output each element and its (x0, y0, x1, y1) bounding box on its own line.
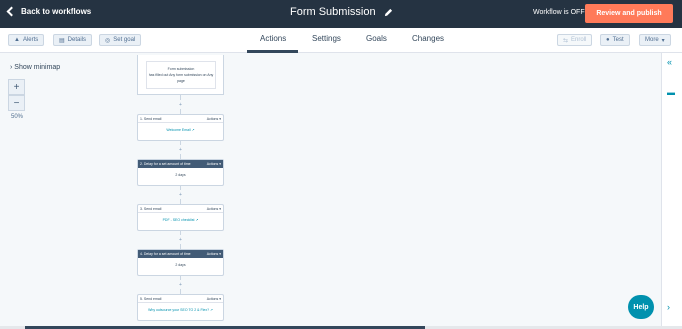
action-card-body[interactable]: PDF - SEO checklist ↗ (138, 213, 223, 222)
add-action-icon[interactable]: + (176, 280, 185, 289)
add-action-icon[interactable]: + (176, 190, 185, 199)
action-card-header: 4. Delay for a set amount of time Action… (138, 250, 223, 258)
actions-dropdown[interactable]: Actions ▾ (207, 162, 221, 166)
action-card-body[interactable]: Welcome Email ↗ (138, 123, 223, 132)
actions-dropdown[interactable]: Actions ▾ (207, 252, 221, 256)
action-card-body[interactable]: Why outsource your SEO TO 2 & Flex? ↗ (138, 303, 223, 312)
enroll-label: Enroll (571, 37, 587, 43)
workflow-title-text: Form Submission (290, 6, 376, 18)
collapse-panel-icon[interactable]: « (667, 57, 672, 67)
action-card-send-email-2[interactable]: 3. Send email Actions ▾ PDF - SEO checkl… (137, 204, 224, 231)
comment-icon[interactable]: ▬ (667, 88, 675, 97)
trigger-box: Form submission has filled out Any form … (146, 61, 216, 89)
alerts-label: Alerts (22, 37, 39, 43)
pencil-icon[interactable] (384, 8, 393, 17)
zoom-level: 50% (11, 114, 24, 120)
show-minimap-toggle[interactable]: › Show minimap (10, 64, 60, 71)
minimap-label: Show minimap (14, 64, 61, 71)
top-bar: Back to workflows Form Submission Workfl… (0, 0, 682, 28)
action-card-body: 2 days (175, 263, 186, 267)
add-action-icon[interactable]: + (176, 145, 185, 154)
help-button[interactable]: Help (628, 295, 654, 319)
more-label: More (645, 37, 659, 43)
actions-dropdown[interactable]: Actions ▾ (207, 117, 221, 121)
workflow-title[interactable]: Form Submission (290, 6, 393, 18)
details-button[interactable]: ▤ Details (53, 34, 93, 46)
test-label: Test (612, 37, 624, 43)
action-card-header: 1. Send email Actions ▾ (138, 115, 223, 123)
tab-actions[interactable]: Actions (260, 34, 286, 43)
add-action-icon[interactable]: + (176, 235, 185, 244)
action-card-title: 1. Send email (140, 116, 162, 121)
action-card-title: 3. Send email (140, 206, 162, 211)
review-and-publish-button[interactable]: Review and publish (585, 4, 673, 23)
action-card-delay-1[interactable]: 2. Delay for a set amount of time Action… (137, 159, 224, 186)
tab-goals[interactable]: Goals (366, 34, 387, 43)
action-card-header: 5. Send email Actions ▾ (138, 295, 223, 303)
tab-changes[interactable]: Changes (412, 34, 444, 43)
action-card-body: 2 days (175, 173, 186, 177)
chevron-right-icon: › (10, 64, 13, 71)
chevron-left-icon (6, 6, 17, 17)
zoom-out-button[interactable]: − (8, 95, 25, 111)
sub-toolbar: ▲ Alerts ▤ Details ◎ Set goal Actions Se… (0, 28, 682, 53)
user-icon: ● (606, 37, 610, 43)
workflow-status: Workflow is OFF (533, 9, 585, 16)
back-label: Back to workflows (21, 7, 92, 16)
action-card-send-email-3[interactable]: 5. Send email Actions ▾ Why outsource yo… (137, 294, 224, 321)
action-card-title: 2. Delay for a set amount of time (140, 162, 191, 166)
action-card-header: 2. Delay for a set amount of time Action… (138, 160, 223, 168)
test-button[interactable]: ● Test (600, 34, 630, 46)
actions-dropdown[interactable]: Actions ▾ (207, 297, 221, 301)
details-label: Details (67, 37, 87, 43)
details-icon: ▤ (59, 37, 65, 44)
enroll-button[interactable]: ⇆ Enroll (557, 34, 593, 46)
back-to-workflows-link[interactable]: Back to workflows (6, 6, 92, 17)
tab-settings[interactable]: Settings (312, 34, 341, 43)
chevron-right-icon[interactable]: › (667, 302, 670, 312)
action-card-title: 4. Delay for a set amount of time (140, 252, 191, 256)
action-card-delay-2[interactable]: 4. Delay for a set amount of time Action… (137, 249, 224, 276)
action-card-send-email-1[interactable]: 1. Send email Actions ▾ Welcome Email ↗ (137, 114, 224, 141)
action-card-header: 3. Send email Actions ▾ (138, 205, 223, 213)
active-tab-indicator (247, 50, 298, 53)
target-icon: ◎ (105, 37, 111, 44)
add-action-icon[interactable]: + (176, 100, 185, 109)
set-goal-label: Set goal (113, 37, 136, 43)
set-goal-button[interactable]: ◎ Set goal (99, 34, 142, 46)
warning-icon: ▲ (14, 37, 20, 43)
alerts-button[interactable]: ▲ Alerts (8, 34, 45, 46)
zoom-in-button[interactable]: + (8, 79, 25, 95)
actions-dropdown[interactable]: Actions ▾ (207, 207, 221, 211)
enrollment-trigger-card[interactable]: Form submission has filled out Any form … (137, 55, 224, 95)
action-card-title: 5. Send email (140, 296, 162, 301)
trigger-text: has filled out Any form submission on An… (148, 73, 214, 83)
enroll-icon: ⇆ (563, 37, 569, 44)
chevron-down-icon: ▾ (661, 37, 665, 44)
more-button[interactable]: More ▾ (639, 34, 671, 46)
